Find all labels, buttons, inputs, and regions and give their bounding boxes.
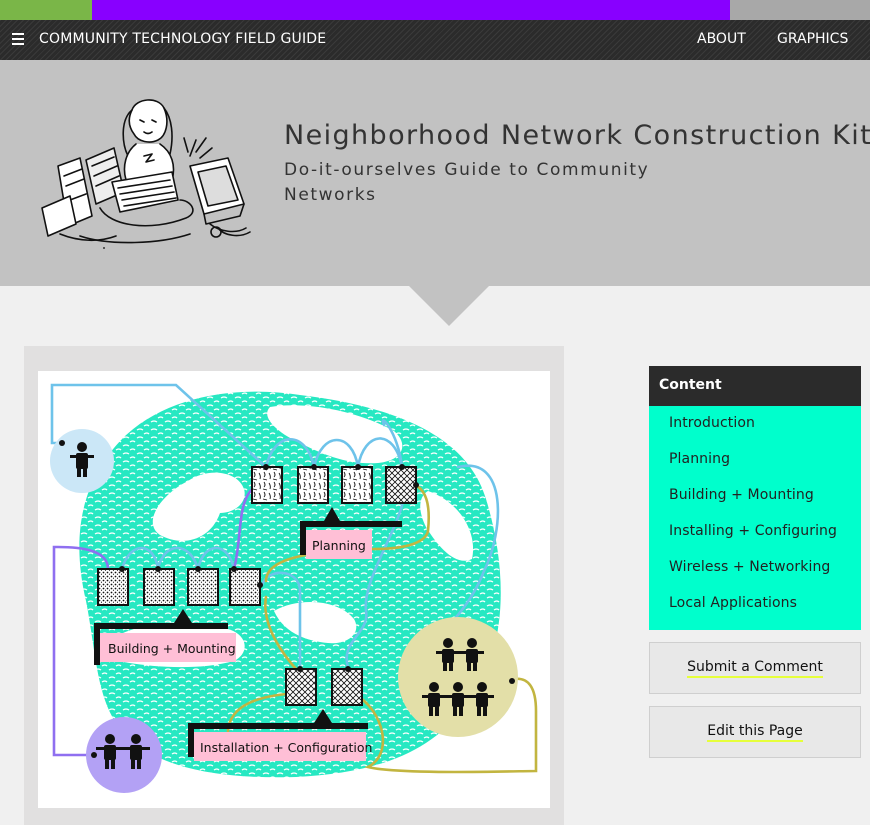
toc-item-building-mounting[interactable]: Building + Mounting (649, 483, 861, 519)
strip-segment-green (0, 0, 92, 20)
people-circle-purple (86, 717, 162, 793)
submit-comment-label: Submit a Comment (687, 659, 823, 678)
strip-segment-gray (730, 0, 870, 20)
installation-label: Installation + Configuration (200, 740, 372, 755)
color-strip (0, 0, 870, 20)
toc-item-introduction[interactable]: Introduction (649, 411, 861, 447)
toc-item-planning[interactable]: Planning (649, 447, 861, 483)
toc-item-wireless-networking[interactable]: Wireless + Networking (649, 555, 861, 591)
table-of-contents: Content Introduction Planning Building +… (649, 366, 861, 630)
top-nav-bar: COMMUNITY TECHNOLOGY FIELD GUIDE ABOUT G… (0, 20, 870, 60)
submit-comment-button[interactable]: Submit a Comment (649, 642, 861, 694)
edit-page-button[interactable]: Edit this Page (649, 706, 861, 758)
toc-item-local-applications[interactable]: Local Applications (649, 591, 861, 627)
header-illustration (41, 99, 251, 249)
toc-item-installing-configuring[interactable]: Installing + Configuring (649, 519, 861, 555)
toc-heading: Content (649, 366, 861, 406)
header-pointer-arrow (409, 286, 489, 326)
site-subtitle: Do-it-ourselves Guide to Community Netwo… (284, 160, 650, 205)
edit-page-label: Edit this Page (707, 723, 803, 742)
nav-link-about[interactable]: ABOUT (697, 31, 746, 47)
featured-image: Planning Building + Mounting Installatio… (38, 371, 550, 808)
planning-label: Planning (312, 538, 366, 553)
nav-link-graphics[interactable]: GRAPHICS (777, 31, 848, 47)
site-title: Neighborhood Network Construction Kit (284, 120, 870, 151)
hamburger-menu-icon[interactable] (12, 33, 24, 45)
featured-image-frame: Planning Building + Mounting Installatio… (24, 346, 564, 825)
page-header: Neighborhood Network Construction Kit Do… (0, 60, 870, 286)
building-label: Building + Mounting (108, 641, 236, 656)
site-nav-title[interactable]: COMMUNITY TECHNOLOGY FIELD GUIDE (39, 31, 326, 47)
strip-segment-purple (92, 0, 730, 20)
community-circle-khaki (398, 617, 518, 737)
community-network-diagram: Planning Building + Mounting Installatio… (50, 383, 538, 793)
toc-list: Introduction Planning Building + Mountin… (649, 406, 861, 630)
